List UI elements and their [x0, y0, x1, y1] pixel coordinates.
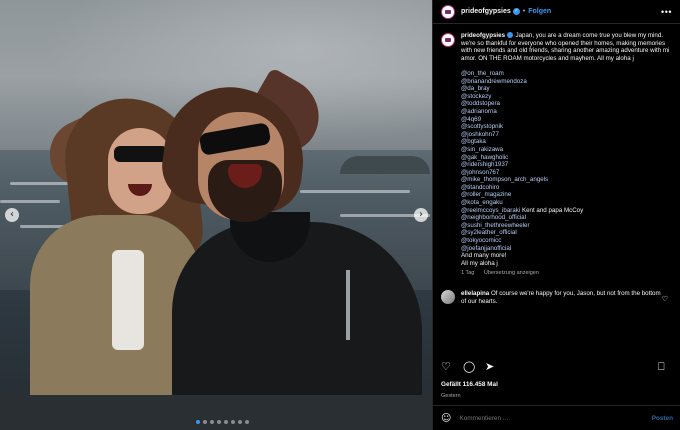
- mention-link[interactable]: @toddstopera: [461, 100, 671, 108]
- emoji-icon[interactable]: ☺: [441, 413, 451, 424]
- caption-area: prideofgypsies Japan, you are a dream co…: [433, 24, 680, 352]
- mention-link[interactable]: @johnson767: [461, 169, 671, 177]
- comment-username[interactable]: ellelapina: [461, 290, 489, 297]
- mention-link[interactable]: @joefanjjanofficial: [461, 245, 671, 253]
- mention-link[interactable]: @sushi_thethreewheeler: [461, 222, 671, 230]
- likes-count[interactable]: Gefällt 116.458 Mal: [441, 381, 498, 388]
- mention-link[interactable]: @adrianorna: [461, 108, 671, 116]
- woman-sunglasses: [114, 146, 168, 162]
- mention-link[interactable]: @scottystopnik: [461, 123, 671, 131]
- heart-icon[interactable]: ♡: [441, 360, 455, 374]
- island: [340, 156, 430, 174]
- closing-line: All my aloha j: [461, 259, 498, 267]
- carousel-dot: [210, 420, 214, 424]
- mention-link[interactable]: @brianandrewmendoza: [461, 78, 671, 86]
- tag-list: @neighborhood_official @sushi_thethreewhe…: [461, 214, 671, 252]
- tag-list: @on_the_roam @brianandrewmendoza @da_bray @…: [461, 70, 671, 207]
- carousel-dot: [196, 420, 200, 424]
- post-date: Gestern: [441, 393, 461, 399]
- comment-text-block: ellelapina Of course we're happy for you…: [461, 290, 661, 305]
- wave: [0, 200, 60, 203]
- tag-line: @reelmccoys_ibaraki Kent and papa McCoy: [461, 207, 671, 215]
- carousel-dot: [231, 420, 235, 424]
- mention-link[interactable]: @reelmccoys_ibaraki: [461, 207, 520, 214]
- comment-like-icon[interactable]: ♡: [662, 295, 668, 303]
- mention-link[interactable]: @da_bray: [461, 85, 671, 93]
- verified-badge-icon: ✓: [512, 8, 520, 15]
- verified-badge-icon: [506, 32, 513, 39]
- mention-link[interactable]: @titandcohiro: [461, 184, 671, 192]
- post-image[interactable]: ‹ ›: [0, 0, 432, 430]
- caption-username[interactable]: prideofgypsies: [461, 32, 505, 39]
- mention-link[interactable]: @bgtaka: [461, 138, 671, 146]
- carousel-dot: [238, 420, 242, 424]
- comment-input[interactable]: [459, 414, 630, 422]
- previous-slide-button[interactable]: ‹: [5, 208, 19, 222]
- carousel-dot: [203, 420, 207, 424]
- mention-link[interactable]: @4q69: [461, 116, 671, 124]
- bookmark-icon[interactable]: ⎕: [658, 360, 672, 374]
- avatar[interactable]: [441, 4, 455, 19]
- comment-text: Of course we're happy for you, Jason, bu…: [461, 290, 661, 305]
- carousel-dot: [245, 420, 249, 424]
- more-options-icon[interactable]: •••: [661, 7, 672, 17]
- mention-link[interactable]: @kota_engaku: [461, 199, 671, 207]
- caption-meta: 1 Tag Übersetzung anzeigen: [461, 270, 671, 278]
- caption-text-block: prideofgypsies Japan, you are a dream co…: [461, 32, 671, 278]
- avatar[interactable]: [441, 290, 455, 304]
- ground: [0, 395, 432, 430]
- mention-link[interactable]: @ridershigh1937: [461, 161, 671, 169]
- action-bar: ♡ ◯ ➤ ⎕: [441, 358, 672, 376]
- post-header: prideofgypsies ✓ • Folgen •••: [433, 0, 680, 24]
- carousel-dot: [217, 420, 221, 424]
- closing-line: And many more!: [461, 252, 507, 260]
- mention-link[interactable]: @mike_thompson_arch_angels: [461, 176, 671, 184]
- comment-icon[interactable]: ◯: [463, 360, 477, 374]
- woman-shirt: [112, 250, 144, 350]
- mention-link[interactable]: @sy2leather_official: [461, 229, 671, 237]
- post-sidebar: prideofgypsies ✓ • Folgen ••• prideofgyp…: [432, 0, 680, 430]
- mention-link[interactable]: @stockezy: [461, 93, 671, 101]
- mention-link[interactable]: @on_the_roam: [461, 70, 671, 78]
- tag-description: Kent and papa McCoy: [520, 206, 584, 214]
- mention-link[interactable]: @joshkohn77: [461, 131, 671, 139]
- wave: [300, 190, 410, 193]
- username-link[interactable]: prideofgypsies: [461, 8, 511, 15]
- mention-link[interactable]: @sin_rakizawa: [461, 146, 671, 154]
- add-comment-bar: ☺ Posten: [433, 405, 680, 430]
- next-slide-button[interactable]: ›: [414, 208, 428, 222]
- carousel-indicator: [196, 420, 249, 424]
- post-time: 1 Tag: [461, 270, 475, 277]
- avatar[interactable]: [441, 33, 455, 47]
- translate-link[interactable]: Übersetzung anzeigen: [484, 270, 539, 276]
- carousel-dot: [224, 420, 228, 424]
- follow-button[interactable]: Folgen: [528, 8, 551, 15]
- caption: prideofgypsies Japan, you are a dream co…: [441, 32, 672, 278]
- mention-link[interactable]: @gak_hawgholic: [461, 154, 671, 162]
- comment: ellelapina Of course we're happy for you…: [441, 290, 672, 305]
- mention-link[interactable]: @neighborhood_official: [461, 214, 671, 222]
- jacket-zipper: [346, 270, 350, 340]
- separator: •: [522, 8, 526, 15]
- mention-link[interactable]: @tokyocomicc: [461, 237, 671, 245]
- mention-link[interactable]: @roller_magazine: [461, 191, 671, 199]
- share-icon[interactable]: ➤: [485, 360, 499, 374]
- post-comment-button[interactable]: Posten: [652, 415, 673, 422]
